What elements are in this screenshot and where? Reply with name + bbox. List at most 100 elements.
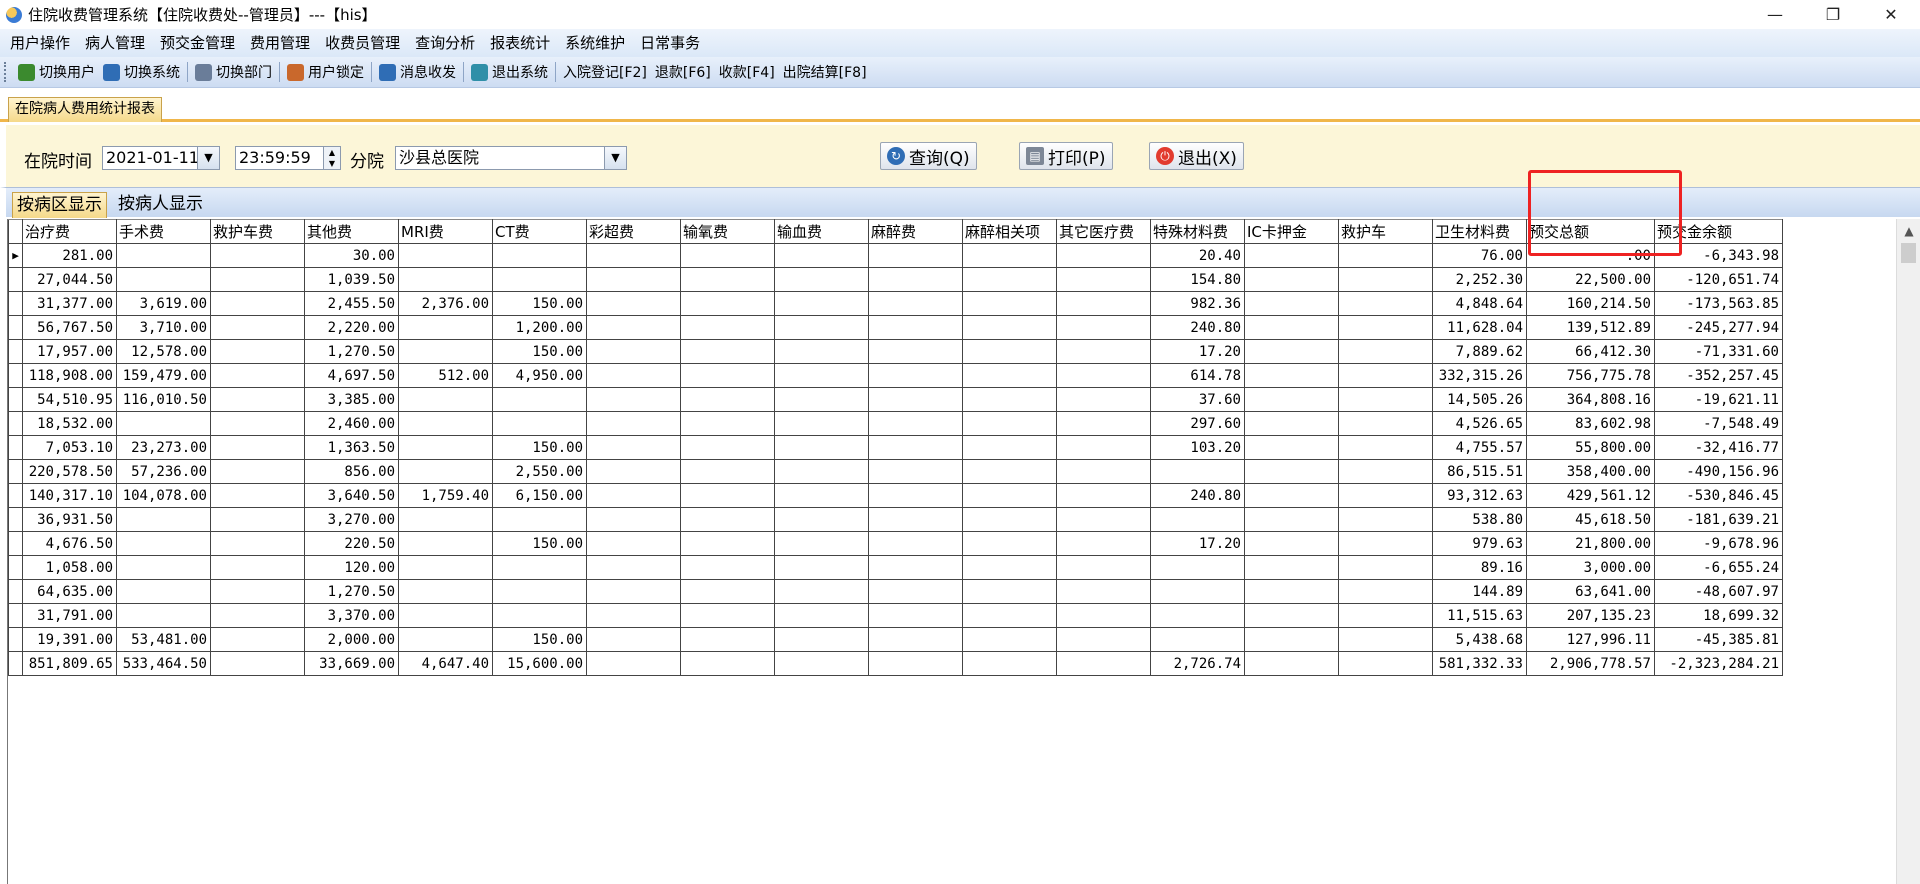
table-cell[interactable]: -490,156.96 bbox=[1654, 459, 1783, 484]
table-cell[interactable] bbox=[1056, 387, 1151, 412]
table-cell[interactable]: -2,323,284.21 bbox=[1654, 651, 1783, 676]
table-cell[interactable]: 3,710.00 bbox=[116, 315, 211, 340]
table-cell[interactable] bbox=[1244, 483, 1339, 508]
row-indicator[interactable] bbox=[8, 291, 23, 316]
table-cell[interactable] bbox=[210, 459, 305, 484]
table-cell[interactable] bbox=[1244, 579, 1339, 604]
table-row[interactable]: 64,635.00 1,270.50 144.89 63,641.00 -48,607.… bbox=[8, 579, 1783, 604]
table-cell[interactable] bbox=[868, 459, 963, 484]
table-cell[interactable] bbox=[1338, 435, 1433, 460]
table-cell[interactable]: 240.80 bbox=[1150, 315, 1245, 340]
table-cell[interactable] bbox=[586, 435, 681, 460]
table-cell[interactable]: 4,526.65 bbox=[1432, 411, 1527, 436]
table-row[interactable]: 27,044.50 1,039.50 154.80 2,252.30 22,500.00… bbox=[8, 267, 1783, 292]
table-cell[interactable]: -245,277.94 bbox=[1654, 315, 1783, 340]
toolbar-button-1[interactable]: 切换系统 bbox=[99, 60, 184, 84]
table-cell[interactable] bbox=[116, 531, 211, 556]
table-cell[interactable]: 31,791.00 bbox=[22, 603, 117, 628]
table-cell[interactable] bbox=[398, 315, 493, 340]
table-cell[interactable] bbox=[962, 411, 1057, 436]
table-cell[interactable] bbox=[680, 267, 775, 292]
table-cell[interactable]: 55,800.00 bbox=[1526, 435, 1655, 460]
table-cell[interactable]: 30.00 bbox=[304, 243, 399, 268]
table-cell[interactable] bbox=[586, 531, 681, 556]
table-cell[interactable]: 3,370.00 bbox=[304, 603, 399, 628]
table-cell[interactable]: 1,200.00 bbox=[492, 315, 587, 340]
table-cell[interactable] bbox=[116, 603, 211, 628]
table-row[interactable]: 4,676.50 220.50 150.00 17.20 979.63 21,800.00… bbox=[8, 531, 1783, 556]
table-cell[interactable] bbox=[680, 339, 775, 364]
table-cell[interactable] bbox=[210, 531, 305, 556]
table-cell[interactable] bbox=[586, 459, 681, 484]
table-cell[interactable] bbox=[774, 363, 869, 388]
table-cell[interactable]: 21,800.00 bbox=[1526, 531, 1655, 556]
table-cell[interactable] bbox=[210, 579, 305, 604]
table-cell[interactable]: 23,273.00 bbox=[116, 435, 211, 460]
table-cell[interactable]: 1,363.50 bbox=[304, 435, 399, 460]
table-cell[interactable] bbox=[398, 507, 493, 532]
table-cell[interactable] bbox=[1244, 291, 1339, 316]
toolbar-button-7[interactable]: 退款[F6] bbox=[651, 60, 715, 84]
table-cell[interactable] bbox=[680, 483, 775, 508]
table-cell[interactable] bbox=[1056, 411, 1151, 436]
table-cell[interactable]: 982.36 bbox=[1150, 291, 1245, 316]
table-cell[interactable]: 364,808.16 bbox=[1526, 387, 1655, 412]
table-cell[interactable] bbox=[774, 315, 869, 340]
column-header[interactable]: 其它医疗费 bbox=[1056, 219, 1151, 244]
table-cell[interactable] bbox=[774, 507, 869, 532]
table-cell[interactable]: 2,906,778.57 bbox=[1526, 651, 1655, 676]
table-cell[interactable]: -120,651.74 bbox=[1654, 267, 1783, 292]
table-cell[interactable] bbox=[1056, 555, 1151, 580]
table-cell[interactable]: 2,726.74 bbox=[1150, 651, 1245, 676]
table-cell[interactable] bbox=[398, 267, 493, 292]
table-cell[interactable] bbox=[1244, 651, 1339, 676]
table-cell[interactable] bbox=[962, 603, 1057, 628]
table-cell[interactable]: 116,010.50 bbox=[116, 387, 211, 412]
row-indicator[interactable] bbox=[8, 531, 23, 556]
table-cell[interactable]: 27,044.50 bbox=[22, 267, 117, 292]
table-cell[interactable]: 63,641.00 bbox=[1526, 579, 1655, 604]
table-cell[interactable] bbox=[1244, 603, 1339, 628]
table-cell[interactable] bbox=[680, 603, 775, 628]
row-indicator[interactable] bbox=[8, 339, 23, 364]
table-cell[interactable] bbox=[774, 435, 869, 460]
table-cell[interactable] bbox=[962, 627, 1057, 652]
table-cell[interactable] bbox=[1338, 291, 1433, 316]
table-cell[interactable] bbox=[774, 243, 869, 268]
table-cell[interactable] bbox=[1338, 555, 1433, 580]
table-cell[interactable]: 36,931.50 bbox=[22, 507, 117, 532]
table-cell[interactable] bbox=[868, 363, 963, 388]
table-cell[interactable] bbox=[398, 459, 493, 484]
row-indicator[interactable] bbox=[8, 603, 23, 628]
table-cell[interactable] bbox=[774, 651, 869, 676]
table-cell[interactable] bbox=[1244, 435, 1339, 460]
table-cell[interactable]: 2,000.00 bbox=[304, 627, 399, 652]
table-cell[interactable] bbox=[398, 579, 493, 604]
table-cell[interactable] bbox=[962, 459, 1057, 484]
table-cell[interactable] bbox=[962, 651, 1057, 676]
table-cell[interactable] bbox=[210, 243, 305, 268]
table-row[interactable]: 118,908.00 159,479.00 4,697.50 512.00 4,950.… bbox=[8, 363, 1783, 388]
table-cell[interactable] bbox=[586, 339, 681, 364]
table-cell[interactable] bbox=[962, 243, 1057, 268]
table-cell[interactable]: 22,500.00 bbox=[1526, 267, 1655, 292]
table-cell[interactable] bbox=[1056, 267, 1151, 292]
table-cell[interactable] bbox=[868, 531, 963, 556]
table-cell[interactable] bbox=[586, 267, 681, 292]
table-row[interactable]: 31,377.00 3,619.00 2,455.50 2,376.00 150.00 9… bbox=[8, 291, 1783, 316]
table-cell[interactable] bbox=[586, 507, 681, 532]
table-cell[interactable] bbox=[1244, 267, 1339, 292]
table-cell[interactable] bbox=[774, 627, 869, 652]
table-row[interactable]: 18,532.00 2,460.00 297.60 4,526.65 83,602.98… bbox=[8, 411, 1783, 436]
table-cell[interactable]: 57,236.00 bbox=[116, 459, 211, 484]
table-cell[interactable] bbox=[1150, 459, 1245, 484]
table-cell[interactable]: 140,317.10 bbox=[22, 483, 117, 508]
table-cell[interactable] bbox=[1244, 243, 1339, 268]
table-cell[interactable] bbox=[1150, 627, 1245, 652]
row-indicator[interactable] bbox=[8, 627, 23, 652]
table-cell[interactable] bbox=[680, 363, 775, 388]
menu-item-0[interactable]: 用户操作 bbox=[4, 29, 79, 57]
table-cell[interactable]: -71,331.60 bbox=[1654, 339, 1783, 364]
table-cell[interactable] bbox=[210, 651, 305, 676]
table-cell[interactable] bbox=[680, 387, 775, 412]
